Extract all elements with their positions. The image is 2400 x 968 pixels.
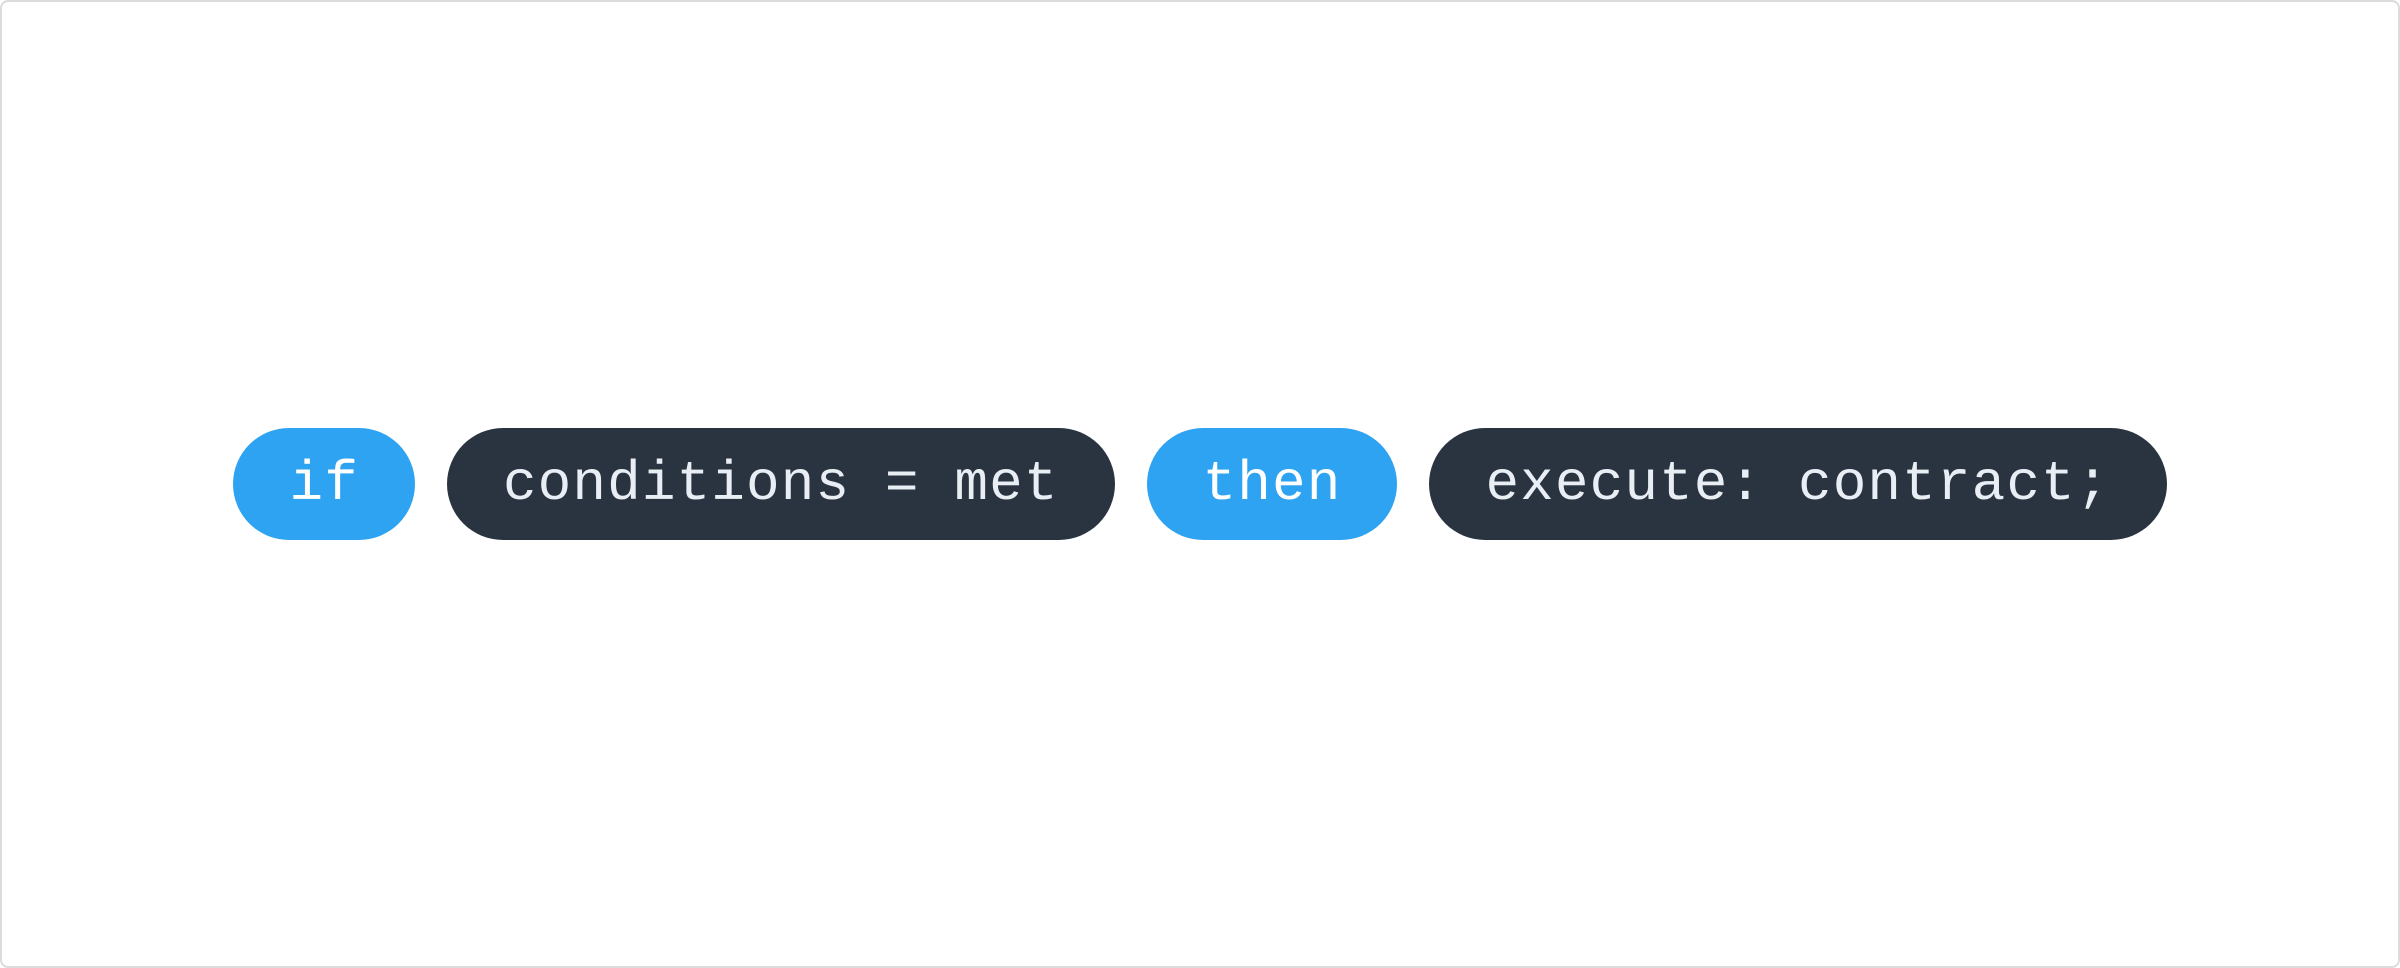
if-keyword-pill: if — [233, 428, 414, 540]
then-keyword-pill: then — [1147, 428, 1398, 540]
code-pill-row: if conditions = met then execute: contra… — [233, 428, 2166, 540]
execute-statement-pill: execute: contract; — [1429, 428, 2166, 540]
conditions-statement-pill: conditions = met — [447, 428, 1115, 540]
